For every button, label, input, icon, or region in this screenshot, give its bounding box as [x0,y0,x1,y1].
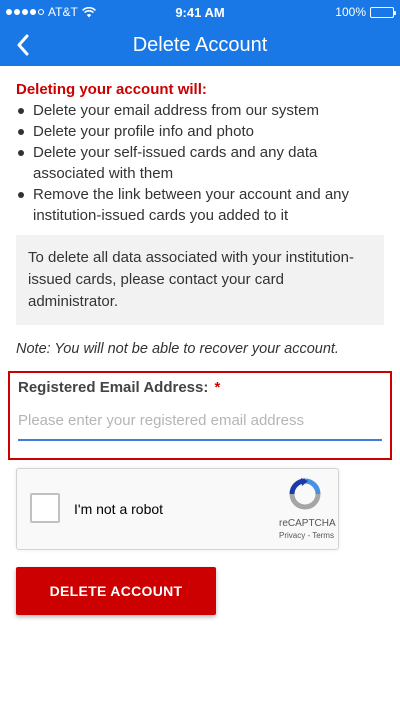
warning-list: Delete your email address from our syste… [16,100,386,226]
back-button[interactable] [10,32,36,58]
signal-icon [6,9,44,15]
list-item: Delete your self-issued cards and any da… [16,142,386,184]
status-right: 100% [335,5,396,19]
recaptcha-label: I'm not a robot [74,501,164,517]
email-section: Registered Email Address: * [8,371,392,460]
note-text: Note: You will not be able to recover yo… [16,341,339,357]
recaptcha-brand: reCAPTCHA [279,518,336,529]
nav-bar: Delete Account [0,24,400,66]
chevron-left-icon [17,34,29,56]
email-label: Registered Email Address: * [18,379,382,396]
carrier-label: AT&T [48,5,78,19]
recaptcha-logo: reCAPTCHA Privacy - Terms [279,477,336,540]
content: Deleting your account will: Delete your … [16,80,386,357]
info-box: To delete all data associated with your … [16,235,384,325]
battery-percent: 100% [335,5,366,19]
page-title: Delete Account [132,33,268,56]
status-bar: AT&T 9:41 AM 100% [0,0,400,24]
recaptcha-links[interactable]: Privacy - Terms [279,531,334,540]
delete-account-button[interactable]: DELETE ACCOUNT [16,567,216,615]
recaptcha-icon [289,478,321,510]
recaptcha-widget: I'm not a robot reCAPTCHA Privacy - Term… [16,468,339,550]
wifi-icon [81,6,96,17]
battery-icon [370,6,396,18]
status-left: AT&T [6,5,96,19]
email-field[interactable] [18,408,382,441]
list-item: Delete your profile info and photo [16,121,386,142]
email-label-text: Registered Email Address: [18,379,209,396]
recaptcha-checkbox[interactable] [30,493,60,523]
list-item: Remove the link between your account and… [16,184,386,226]
warning-heading: Deleting your account will: [16,81,207,98]
list-item: Delete your email address from our syste… [16,100,386,121]
required-mark: * [214,379,221,396]
